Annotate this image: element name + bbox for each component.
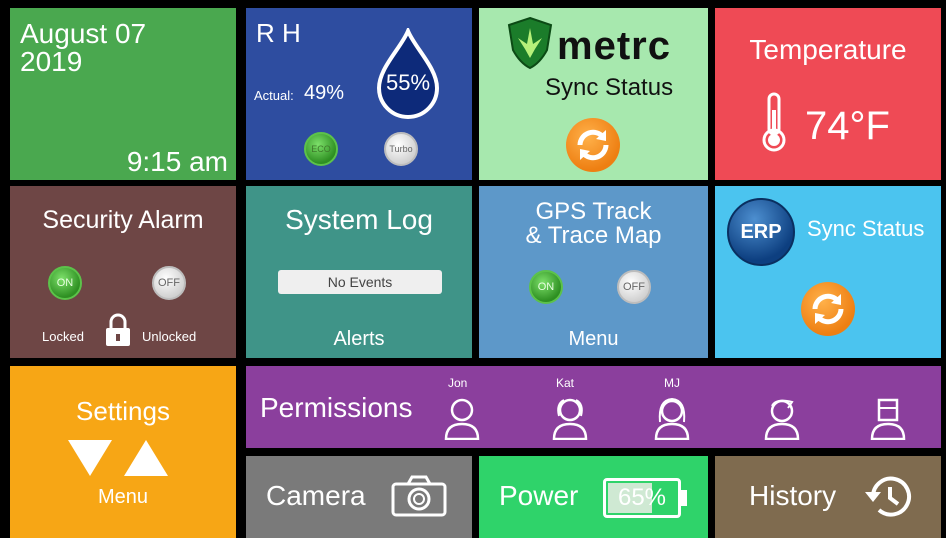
eco-button[interactable]: ECO <box>304 132 338 166</box>
user-jon-icon[interactable] <box>442 396 482 440</box>
user-5-icon[interactable] <box>868 396 908 440</box>
alarm-on-button[interactable]: ON <box>48 266 82 300</box>
erp-logo: ERP <box>727 198 795 266</box>
metrc-logo-text: metrc <box>557 24 671 68</box>
history-icon <box>865 476 911 517</box>
turbo-button[interactable]: Turbo <box>384 132 418 166</box>
user-kat-icon[interactable] <box>550 396 590 440</box>
history-tile[interactable]: History <box>715 456 941 538</box>
power-tile[interactable]: Power 65% <box>479 456 708 538</box>
erp-sync-status: Sync Status <box>807 216 925 241</box>
metrc-sync-status: Sync Status <box>545 74 674 101</box>
date-tile: August 07 2019 9:15 am <box>10 8 236 180</box>
time-display: 9:15 am <box>126 146 228 177</box>
user-name-kat: Kat <box>556 376 575 390</box>
metrc-shield-logo <box>507 16 553 70</box>
power-label: Power <box>499 480 579 511</box>
gps-menu-label[interactable]: Menu <box>479 328 708 351</box>
user-name-mj: MJ <box>664 376 680 390</box>
permissions-title: Permissions <box>260 392 413 423</box>
battery-terminal <box>681 490 687 506</box>
events-field: No Events <box>278 270 442 294</box>
permissions-tile[interactable]: Permissions Jon Kat MJ <box>246 366 941 448</box>
security-alarm-tile: Security Alarm ON OFF Locked Unlocked <box>10 186 236 358</box>
gps-off-button[interactable]: OFF <box>617 270 651 304</box>
date-year: 2019 <box>20 46 83 77</box>
gps-title-line2: & Trace Map <box>525 222 662 249</box>
user-name-jon: Jon <box>448 376 468 390</box>
rh-actual-value: 49% <box>304 82 345 104</box>
gps-tile[interactable]: GPS Track & Trace Map ON OFF Menu <box>479 186 708 358</box>
camera-tile[interactable]: Camera <box>246 456 472 538</box>
user-mj-icon[interactable] <box>652 396 692 440</box>
battery-percent: 65% <box>617 484 667 511</box>
system-log-tile[interactable]: System Log No Events Alerts <box>246 186 472 358</box>
temperature-title: Temperature <box>749 34 907 65</box>
erp-logo-text: ERP <box>740 220 782 243</box>
locked-label: Locked <box>42 329 84 344</box>
temperature-tile: Temperature 74°F <box>715 8 941 180</box>
rh-actual-label: Actual: <box>254 88 294 103</box>
camera-icon <box>391 475 447 517</box>
camera-label: Camera <box>266 480 366 511</box>
down-arrow-icon[interactable] <box>66 438 114 478</box>
history-label: History <box>749 480 837 511</box>
system-log-title: System Log <box>285 204 433 235</box>
alerts-label[interactable]: Alerts <box>246 328 472 351</box>
metrc-refresh-icon[interactable] <box>566 118 620 172</box>
user-4-icon[interactable] <box>762 396 802 440</box>
gps-on-button[interactable]: ON <box>529 270 563 304</box>
rh-title: R H <box>256 18 301 48</box>
rh-tile[interactable]: R H Actual: 49% 55% ECO Turbo <box>246 8 472 180</box>
battery-icon: 65% <box>603 478 687 518</box>
unlocked-label: Unlocked <box>142 329 197 344</box>
erp-tile[interactable]: ERP Sync Status <box>715 186 941 358</box>
alarm-off-button[interactable]: OFF <box>152 266 186 300</box>
settings-tile[interactable]: Settings Menu <box>10 366 236 538</box>
settings-title: Settings <box>76 396 170 426</box>
settings-menu-label[interactable]: Menu <box>10 486 236 509</box>
metrc-tile[interactable]: metrc Sync Status <box>479 8 708 180</box>
up-arrow-icon[interactable] <box>122 438 170 478</box>
rh-drop-value: 55% <box>385 70 431 95</box>
temperature-value: 74°F <box>805 104 890 148</box>
security-title: Security Alarm <box>42 206 204 234</box>
erp-refresh-icon[interactable] <box>801 282 855 336</box>
padlock-icon[interactable] <box>104 312 132 348</box>
thermometer-icon <box>762 92 786 152</box>
